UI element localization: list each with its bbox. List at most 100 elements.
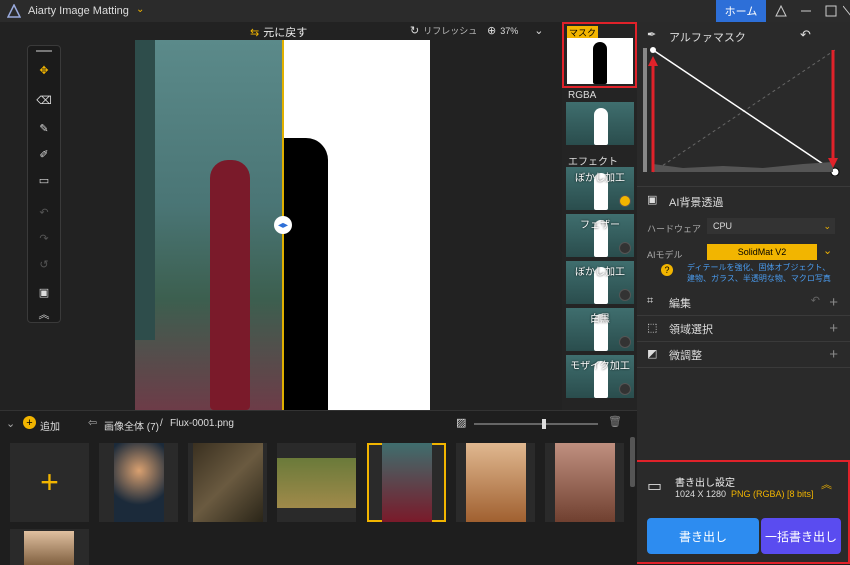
zoom-control[interactable]: ⊕ 37% ⌄ xyxy=(487,24,543,37)
right-panel: ✒ アルファマスク ↶ ▣ AI背景透過 ハードウェア CPU ⌄ AIモデル S… xyxy=(633,22,850,564)
chevron-down-icon: ⌄ xyxy=(534,25,544,37)
maximize-icon[interactable] xyxy=(825,5,837,17)
chevron-down-icon[interactable]: ⌄ xyxy=(6,417,15,430)
slider-handle[interactable] xyxy=(542,419,546,429)
section-fine[interactable]: ◩ 微調整 + xyxy=(637,342,850,368)
rgba-thumb[interactable] xyxy=(566,102,634,145)
undo-icon[interactable]: ↶ xyxy=(28,202,60,222)
frame-icon[interactable]: ▣ xyxy=(28,282,60,302)
section-edit-label: 編集 xyxy=(669,297,691,310)
hardware-label: ハードウェア xyxy=(647,224,702,234)
radio-icon[interactable] xyxy=(619,383,631,395)
mask-silhouette xyxy=(283,138,328,410)
paint-tool-icon[interactable]: ✐ xyxy=(28,144,60,164)
home-button[interactable]: ホーム xyxy=(716,0,766,22)
mask-thumb[interactable]: マスク xyxy=(562,22,637,88)
film-item-1[interactable] xyxy=(99,443,178,522)
trash-icon[interactable]: 🗑 xyxy=(608,415,622,428)
app-title: Aiarty Image Matting xyxy=(28,5,129,17)
section-edit[interactable]: ⌗ 編集 ↶ + xyxy=(637,290,850,316)
help-icon[interactable]: ? xyxy=(661,264,673,276)
redo-icon[interactable]: ↷ xyxy=(28,228,60,248)
tree-trunk xyxy=(135,40,155,340)
drag-handle[interactable] xyxy=(36,50,52,52)
film-item-7[interactable] xyxy=(10,529,89,565)
jellyfish-image xyxy=(113,443,164,522)
model-select[interactable]: SolidMat V2 xyxy=(707,244,817,260)
minimize-icon[interactable] xyxy=(800,5,812,17)
refresh-label: リフレッシュ xyxy=(423,26,478,36)
plus-icon[interactable]: + xyxy=(829,294,838,311)
view-thumbnails: マスク RGBA エフェクト ぼかし加工 フェザー ぼかし加工 白黒 モザイク加… xyxy=(562,22,637,410)
scrollbar[interactable] xyxy=(630,437,635,487)
eraser-tool-icon[interactable]: ⌫ xyxy=(28,90,60,110)
refresh-button[interactable]: ↻ リフレッシュ xyxy=(410,24,477,37)
chevron-down-icon[interactable]: ⌄ xyxy=(136,4,144,15)
export-button[interactable]: 書き出し xyxy=(647,518,759,554)
model-label: AIモデル xyxy=(647,250,683,260)
add-icon[interactable]: + xyxy=(23,416,36,429)
collapse-icon[interactable]: ︽ xyxy=(28,304,60,324)
section-region[interactable]: ⬚ 領域選択 + xyxy=(637,316,850,342)
undo-icon[interactable]: ↶ xyxy=(811,294,820,307)
plus-icon: + xyxy=(40,464,59,500)
effect-thumb-label: フェザー xyxy=(580,220,620,231)
export-title: 書き出し設定 xyxy=(675,478,735,489)
title-bar: Aiarty Image Matting ⌄ ホーム xyxy=(0,0,850,22)
move-tool-icon[interactable]: ✥ xyxy=(28,60,60,80)
film-item-5[interactable] xyxy=(456,443,535,522)
flower-woman-image xyxy=(465,443,526,522)
ai-icon: ▣ xyxy=(647,194,658,206)
export-format: PNG (RGBA) [8 bits] xyxy=(731,489,814,499)
film-item-4-selected[interactable] xyxy=(367,443,446,522)
back-arrow-icon[interactable]: ⇦ xyxy=(88,416,97,429)
brush-tool-icon[interactable]: ✎ xyxy=(28,118,60,138)
help-icon[interactable] xyxy=(775,5,787,17)
refresh-icon: ↻ xyxy=(410,25,420,37)
hardware-value: CPU xyxy=(713,221,733,231)
selection-icon: ⬚ xyxy=(647,322,658,334)
effect-thumb-4[interactable]: 白黒 xyxy=(566,308,634,351)
undo-button[interactable]: ⇆ 元に戻す xyxy=(250,24,307,40)
film-item-6[interactable] xyxy=(545,443,624,522)
hardware-select[interactable]: CPU ⌄ xyxy=(707,218,835,234)
batch-export-button[interactable]: 一括書き出し xyxy=(761,518,841,554)
reset-icon[interactable]: ↺ xyxy=(28,254,60,274)
split-handle-icon[interactable]: ◂▸ xyxy=(274,216,292,234)
rgba-thumb-figure xyxy=(594,108,608,145)
zoom-icon: ⊕ xyxy=(487,25,497,37)
selected-check-icon[interactable] xyxy=(619,195,631,207)
roller-tool-icon[interactable]: ▭ xyxy=(28,170,60,190)
add-image-tile[interactable]: + xyxy=(10,443,89,522)
film-item-2[interactable] xyxy=(188,443,267,522)
breadcrumb-all[interactable]: 画像全体 (7) xyxy=(104,418,159,433)
eyedropper-icon[interactable]: ✒ xyxy=(647,28,656,41)
radio-icon[interactable] xyxy=(619,242,631,254)
section-fine-label: 微調整 xyxy=(669,349,702,362)
effect-thumb-3[interactable]: ぼかし加工 xyxy=(566,261,634,304)
collapse-icon[interactable]: ︽ xyxy=(821,476,832,492)
alpha-curve[interactable] xyxy=(643,44,843,176)
export-settings-icon[interactable]: ▭ xyxy=(647,476,662,496)
effect-thumb-2[interactable]: フェザー xyxy=(566,214,634,257)
undo-label: 元に戻す xyxy=(263,27,308,39)
alpha-mask-title: アルファマスク xyxy=(669,32,746,44)
radio-icon[interactable] xyxy=(619,336,631,348)
plus-icon[interactable]: + xyxy=(829,320,838,337)
bicycle-image xyxy=(277,457,356,508)
close-icon[interactable] xyxy=(843,5,850,17)
effect-thumb-1[interactable]: ぼかし加工 xyxy=(566,167,634,210)
section-region-label: 領域選択 xyxy=(669,323,713,336)
film-item-3[interactable] xyxy=(277,443,356,522)
add-label[interactable]: 追加 xyxy=(40,418,60,433)
plus-icon[interactable]: + xyxy=(829,346,838,363)
radio-icon[interactable] xyxy=(619,289,631,301)
app-logo-icon xyxy=(7,4,21,18)
effect-thumb-5[interactable]: モザイク加工 xyxy=(566,355,634,398)
reset-curve-icon[interactable]: ↶ xyxy=(800,27,811,43)
crop-icon: ⌗ xyxy=(647,295,654,307)
adjust-icon: ◩ xyxy=(647,348,658,360)
chevron-down-icon[interactable]: ⌄ xyxy=(823,244,832,257)
thumb-size-slider[interactable] xyxy=(474,419,598,429)
ai-title: AI背景透過 xyxy=(669,197,724,209)
